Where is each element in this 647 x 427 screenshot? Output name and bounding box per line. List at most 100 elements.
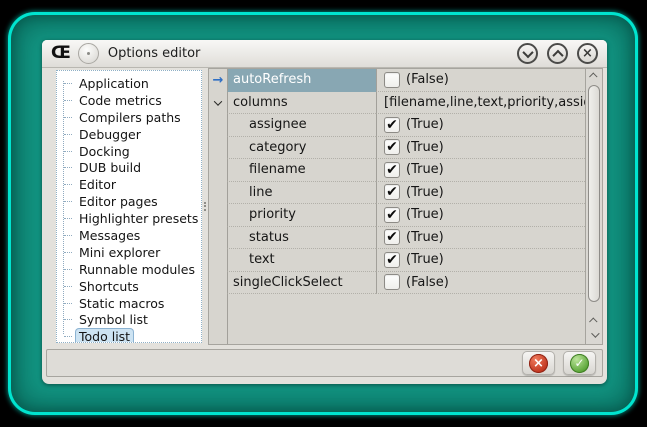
sidebar-item-label: Symbol list bbox=[76, 312, 151, 327]
selected-row-arrow-icon: → bbox=[213, 74, 224, 87]
sidebar-item-label: Editor bbox=[76, 177, 119, 192]
property-name[interactable]: status bbox=[227, 227, 376, 250]
sidebar-item-editor-pages[interactable]: Editor pages bbox=[61, 193, 199, 210]
window-menu-button[interactable] bbox=[78, 43, 99, 64]
property-value[interactable]: ✔(True) bbox=[376, 182, 585, 205]
sidebar-item-docking[interactable]: Docking bbox=[61, 143, 199, 160]
tree-connector-icon bbox=[64, 303, 72, 304]
sidebar-item-dub-build[interactable]: DUB build bbox=[61, 159, 199, 176]
property-row-singleClickSelect[interactable]: singleClickSelect (False) bbox=[209, 272, 585, 295]
sidebar-item-messages[interactable]: Messages bbox=[61, 227, 199, 244]
tree-connector-icon bbox=[64, 100, 72, 101]
scroll-down-button[interactable] bbox=[586, 328, 602, 342]
minimize-button[interactable] bbox=[517, 43, 538, 64]
tree-connector-icon bbox=[64, 336, 72, 337]
property-name[interactable]: text bbox=[227, 249, 376, 272]
cancel-x-icon: × bbox=[529, 354, 548, 373]
row-gutter bbox=[209, 204, 227, 227]
property-name[interactable]: filename bbox=[227, 159, 376, 182]
property-row-autoRefresh[interactable]: → autoRefresh (False) bbox=[209, 69, 585, 92]
value-checkbox[interactable]: ✔ bbox=[384, 184, 400, 200]
property-row-priority[interactable]: priority ✔(True) bbox=[209, 204, 585, 227]
sidebar-item-code-metrics[interactable]: Code metrics bbox=[61, 92, 199, 109]
options-category-tree[interactable]: Application Code metrics Compilers paths… bbox=[56, 70, 202, 343]
property-row-assignee[interactable]: assignee ✔ (True) bbox=[209, 114, 585, 137]
cancel-button[interactable]: × bbox=[522, 351, 555, 375]
row-gutter bbox=[209, 137, 227, 160]
scroll-up-button-2[interactable] bbox=[586, 314, 602, 328]
titlebar[interactable]: Œ Options editor × bbox=[42, 40, 607, 68]
sidebar-item-label: Mini explorer bbox=[76, 245, 163, 260]
value-checkbox[interactable] bbox=[384, 72, 400, 88]
app-logo-icon: Œ bbox=[51, 45, 70, 62]
property-row-category[interactable]: category ✔(True) bbox=[209, 137, 585, 160]
sidebar-item-debugger[interactable]: Debugger bbox=[61, 126, 199, 143]
sidebar-item-highlighter-presets[interactable]: Highlighter presets bbox=[61, 210, 199, 227]
scroll-up-button[interactable] bbox=[586, 69, 602, 83]
ok-button[interactable]: ✓ bbox=[563, 351, 596, 375]
value-checkbox[interactable]: ✔ bbox=[384, 139, 400, 155]
property-value[interactable]: ✔ (True) bbox=[376, 114, 585, 137]
tree-connector-icon bbox=[64, 151, 72, 152]
value-checkbox[interactable]: ✔ bbox=[384, 207, 400, 223]
chevron-down-icon bbox=[522, 46, 533, 57]
row-gutter bbox=[209, 227, 227, 250]
property-value[interactable]: (False) bbox=[376, 69, 585, 92]
value-text: (True) bbox=[406, 117, 444, 132]
property-value[interactable]: ✔(True) bbox=[376, 137, 585, 160]
property-name[interactable]: category bbox=[227, 137, 376, 160]
property-value[interactable]: ✔(True) bbox=[376, 204, 585, 227]
property-row-text[interactable]: text ✔ (True) bbox=[209, 249, 585, 272]
value-checkbox[interactable]: ✔ bbox=[384, 162, 400, 178]
value-checkbox[interactable]: ✔ bbox=[384, 229, 400, 245]
window-title: Options editor bbox=[108, 46, 201, 61]
sidebar-item-compilers-paths[interactable]: Compilers paths bbox=[61, 109, 199, 126]
chevron-up-icon bbox=[589, 72, 597, 80]
value-checkbox[interactable] bbox=[384, 274, 400, 290]
property-name[interactable]: assignee bbox=[227, 114, 376, 137]
property-row-line[interactable]: line ✔(True) bbox=[209, 182, 585, 205]
tree-connector-icon bbox=[64, 167, 72, 168]
row-gutter bbox=[209, 92, 227, 115]
sidebar-item-mini-explorer[interactable]: Mini explorer bbox=[61, 244, 199, 261]
sidebar-item-application[interactable]: Application bbox=[61, 75, 199, 92]
tree-connector-icon bbox=[64, 286, 72, 287]
property-name[interactable]: autoRefresh bbox=[227, 69, 376, 92]
expand-chevron-icon[interactable] bbox=[214, 97, 222, 105]
vertical-scrollbar[interactable] bbox=[585, 69, 602, 344]
sidebar-item-symbol-list[interactable]: Symbol list bbox=[61, 311, 199, 328]
value-text: (True) bbox=[406, 252, 444, 267]
chevron-up-icon bbox=[589, 317, 597, 325]
property-grid-rows: → autoRefresh (False) columns [filename,… bbox=[209, 69, 585, 344]
value-checkbox[interactable]: ✔ bbox=[384, 252, 400, 268]
property-name[interactable]: line bbox=[227, 182, 376, 205]
row-gutter: → bbox=[209, 69, 227, 92]
tree-connector-icon bbox=[64, 235, 72, 236]
sidebar-item-label: Shortcuts bbox=[76, 279, 142, 294]
property-row-columns[interactable]: columns [filename,line,text,priority,ass… bbox=[209, 92, 585, 115]
sidebar-item-todo-list[interactable]: Todo list bbox=[61, 328, 199, 343]
tree-connector-icon bbox=[64, 269, 72, 270]
property-value[interactable]: [filename,line,text,priority,assigne bbox=[376, 92, 585, 115]
close-button[interactable]: × bbox=[577, 43, 598, 64]
property-row-status[interactable]: status ✔(True) bbox=[209, 227, 585, 250]
row-gutter bbox=[209, 249, 227, 272]
sidebar-item-runnable-modules[interactable]: Runnable modules bbox=[61, 261, 199, 278]
value-checkbox[interactable]: ✔ bbox=[384, 117, 400, 133]
property-value[interactable]: ✔ (True) bbox=[376, 249, 585, 272]
scrollbar-thumb[interactable] bbox=[588, 85, 600, 302]
sidebar-item-static-macros[interactable]: Static macros bbox=[61, 295, 199, 312]
property-value[interactable]: (False) bbox=[376, 272, 585, 295]
property-name[interactable]: columns bbox=[227, 92, 376, 115]
chevron-down-icon bbox=[591, 329, 599, 337]
property-grid[interactable]: → autoRefresh (False) columns [filename,… bbox=[208, 68, 603, 345]
sidebar-item-shortcuts[interactable]: Shortcuts bbox=[61, 278, 199, 295]
maximize-button[interactable] bbox=[547, 43, 568, 64]
property-value[interactable]: ✔(True) bbox=[376, 159, 585, 182]
ok-check-icon: ✓ bbox=[570, 354, 589, 373]
property-value[interactable]: ✔(True) bbox=[376, 227, 585, 250]
property-name[interactable]: priority bbox=[227, 204, 376, 227]
property-name[interactable]: singleClickSelect bbox=[227, 272, 376, 295]
property-row-filename[interactable]: filename ✔(True) bbox=[209, 159, 585, 182]
sidebar-item-editor[interactable]: Editor bbox=[61, 176, 199, 193]
